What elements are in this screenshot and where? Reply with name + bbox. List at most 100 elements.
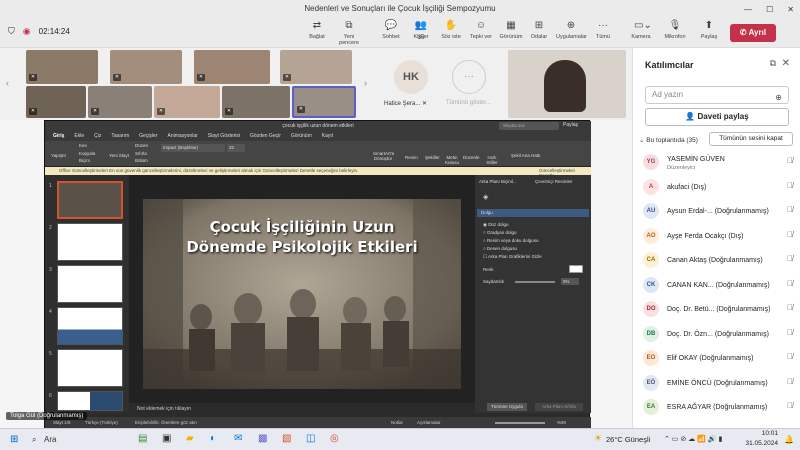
transparency-value[interactable]: 0%: [561, 278, 579, 285]
new-slide-button[interactable]: Yeni Slayt: [109, 153, 129, 158]
shapes-button[interactable]: Şekiller: [425, 155, 440, 160]
tab-ciz[interactable]: Çiz: [94, 131, 101, 141]
paint-bucket-icon[interactable]: ◈: [483, 193, 488, 201]
notification-icon[interactable]: 🔔: [784, 435, 794, 444]
participant-row[interactable]: EO Elif OKAY (Doğrulanmamış) 🎙̸: [643, 348, 795, 372]
video-tile[interactable]: ✕: [110, 50, 182, 84]
toolbar-button-share[interactable]: ⬆ Paylaş: [694, 20, 724, 40]
slide-title[interactable]: Çocuk İşçiliğinin Uzun Dönemde Psikoloji…: [143, 217, 461, 257]
show-all-label[interactable]: Tümünü göster...: [446, 100, 491, 106]
mic-off-icon[interactable]: 🎙̸: [787, 254, 793, 263]
video-tile[interactable]: ✕: [88, 86, 152, 118]
tab-gorunum[interactable]: Görünüm: [291, 131, 312, 141]
chrome-icon[interactable]: ◎: [330, 433, 339, 444]
video-tile-active[interactable]: ✕: [292, 86, 356, 118]
tab-slayt-gosterisi[interactable]: Slayt Gösterisi: [208, 131, 240, 141]
toolbar-button-view[interactable]: ▦ Görünüm: [496, 20, 526, 40]
section-button[interactable]: Bölüm: [135, 158, 148, 163]
participant-row[interactable]: DB Doç. Dr. Özn... (Doğrulanmamış) 🎙̸: [643, 324, 795, 348]
slide-thumbnail[interactable]: [57, 349, 123, 387]
in-meeting-label[interactable]: ⌄ Bu toplantıda (35): [639, 136, 698, 144]
tab-gozden-gecir[interactable]: Gözden Geçir: [250, 131, 281, 141]
pinned-video-tile[interactable]: [508, 50, 626, 118]
participant-row[interactable]: EA ESRA AĞYAR (Doğrulanmamış) 🎙̸: [643, 397, 795, 421]
ppt-share-button[interactable]: Paylaş: [563, 122, 578, 128]
participant-row[interactable]: AO Ayşe Ferda Ocakçı (Dış) 🎙̸: [643, 226, 795, 250]
toolbar-button-rooms[interactable]: ⊞ Odalar: [524, 20, 554, 40]
format-painter-button[interactable]: Biçim: [79, 158, 90, 163]
tab-kayit[interactable]: Kayıt: [322, 131, 333, 141]
toolbar-button-react[interactable]: ☺ Tepki ver: [466, 20, 496, 40]
mic-off-icon[interactable]: 🎙̸: [787, 377, 793, 386]
toolbar-button-more[interactable]: ··· Tümü: [588, 20, 618, 40]
tab-giris[interactable]: Giriş: [53, 131, 64, 141]
video-tile[interactable]: ✕: [222, 86, 290, 118]
task-view-icon[interactable]: ▣: [162, 433, 171, 444]
tab-tasarim[interactable]: Tasarım: [111, 131, 129, 141]
windows-start-icon[interactable]: ⊞: [10, 434, 18, 445]
toolbar-button-raise-hand[interactable]: ✋ Söz iste: [436, 20, 466, 40]
maximize-icon[interactable]: ☐: [766, 5, 773, 14]
more-participants-icon[interactable]: ···: [452, 60, 486, 94]
toolbar-button-connect[interactable]: ⇄ Bağlat: [302, 20, 332, 40]
slide-thumbnail[interactable]: [57, 307, 123, 345]
close-icon[interactable]: ✕: [782, 58, 790, 69]
participant-row[interactable]: YG YASEMİN GÜVEN Düzenleyici 🎙̸: [643, 152, 795, 176]
video-tile[interactable]: ✕: [26, 86, 86, 118]
mic-off-icon[interactable]: 🎙̸: [787, 303, 793, 312]
layout-button[interactable]: Düzen: [135, 143, 148, 148]
slide-thumbnail[interactable]: [57, 181, 123, 219]
arrange-button[interactable]: Düzenle: [463, 155, 480, 160]
mute-all-button[interactable]: Tümünün sesini kapat: [709, 132, 793, 146]
mic-off-icon[interactable]: 🎙̸: [787, 205, 793, 214]
font-size-select[interactable]: 32: [227, 144, 245, 152]
mic-off-icon[interactable]: 🎙̸: [787, 230, 793, 239]
reset-background-button[interactable]: Arka Planı Sıfırla: [535, 403, 583, 411]
toolbar-button-people[interactable]: 👥35 Kişiler: [406, 20, 436, 41]
tab-online-pictures[interactable]: Çevrimiçi Resimler: [535, 179, 573, 184]
widgets-icon[interactable]: ▤: [138, 433, 147, 444]
share-invite-button[interactable]: 👤 Daveti paylaş: [645, 108, 789, 126]
font-name-select[interactable]: Impact (Başlıklar): [161, 144, 225, 152]
outlook-icon[interactable]: ◫: [306, 433, 315, 444]
taskbar-search[interactable]: Ara: [44, 435, 56, 444]
close-icon[interactable]: ✕: [787, 5, 794, 14]
participant-row[interactable]: Aakufaci (Dış) 🎙̸: [643, 177, 795, 201]
notes-input[interactable]: Not eklemek için tıklayın: [129, 403, 475, 415]
gradient-fill-radio[interactable]: ○ Gradyan dolgu: [483, 229, 542, 237]
tab-ekle[interactable]: Ekle: [74, 131, 84, 141]
quick-styles-button[interactable]: Hızlı Stiller: [485, 155, 499, 165]
mic-off-icon[interactable]: 🎙̸: [787, 328, 793, 337]
participant-row[interactable]: DO Doç. Dr. Betü... (Doğrulanmamış) 🎙̸: [643, 299, 795, 323]
chevron-left-icon[interactable]: ‹: [6, 78, 9, 88]
video-tile[interactable]: ✕: [280, 50, 352, 84]
slide-thumbnail[interactable]: [57, 391, 123, 411]
mic-off-icon[interactable]: 🎙̸: [787, 181, 793, 190]
edge-icon[interactable]: ◐: [210, 433, 216, 444]
participant-row[interactable]: EÖ EMİNE ÖNCÜ (Doğrulanmamış) 🎙̸: [643, 373, 795, 397]
video-tile[interactable]: ✕: [26, 50, 98, 84]
participant-search-input[interactable]: Ad yazın ⊕: [645, 86, 789, 104]
pattern-fill-radio[interactable]: ○ Desen dolgusu: [483, 245, 542, 253]
clock-date[interactable]: 31.05.2024: [740, 440, 778, 447]
slide-thumbnail[interactable]: [57, 265, 123, 303]
toolbar-button-new-window[interactable]: ⧉ Yeni pencere: [334, 20, 364, 46]
tab-format-background[interactable]: Arka Planı Biçiml...: [479, 179, 517, 184]
color-picker[interactable]: [569, 265, 583, 273]
paste-button[interactable]: Yapıştır: [51, 153, 66, 158]
chevron-right-icon[interactable]: ›: [364, 78, 367, 88]
transparency-slider[interactable]: [515, 281, 555, 283]
avatar[interactable]: HK: [394, 60, 428, 94]
smartart-button[interactable]: SmartArt'a Dönüştür: [373, 151, 394, 161]
mail-icon[interactable]: ✉: [234, 433, 242, 444]
tab-gecisler[interactable]: Geçişler: [139, 131, 157, 141]
ppt-search-input[interactable]: Slaytta ara: [499, 122, 559, 130]
hide-graphics-checkbox[interactable]: ☐ Arka Plan Grafiklerini Gizle: [483, 253, 542, 261]
toolbar-button-camera[interactable]: ▭⌄ Kamera: [626, 20, 656, 40]
shape-outline-button[interactable]: Şekil Ana Hattı: [511, 153, 541, 158]
text-box-button[interactable]: Metin Kutusu: [443, 155, 461, 165]
cut-button[interactable]: Kes: [79, 143, 87, 148]
toolbar-button-chat[interactable]: 💬 Sohbet: [376, 20, 406, 40]
mic-off-icon[interactable]: 🎙̸: [787, 401, 793, 410]
tray-icons[interactable]: ⌃ ▭ ⊘ ☁ 📶 🔊 ▮: [664, 435, 722, 443]
